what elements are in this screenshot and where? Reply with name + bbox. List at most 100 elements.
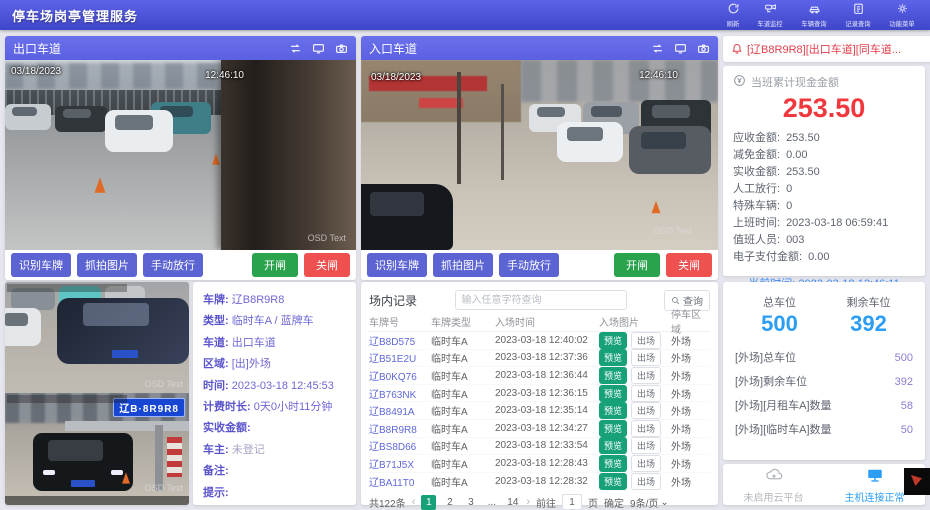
field-value: 003 bbox=[786, 232, 804, 249]
topbar-item-lane-monitor[interactable]: 车道监控 bbox=[756, 2, 784, 29]
exit-lane-video[interactable]: 03/18/2023 12:46:10 OSD Text bbox=[5, 60, 356, 250]
field-value: 253.50 bbox=[786, 130, 820, 147]
exit-lane-header: 出口车道 bbox=[5, 36, 356, 60]
pagination-total: 共122条 bbox=[369, 495, 406, 510]
stats-row: [外场][临时车A]数量50 bbox=[735, 418, 913, 442]
snapshot-entry-image[interactable]: OSD Text bbox=[5, 282, 189, 393]
close-gate-button[interactable]: 关闸 bbox=[304, 253, 350, 277]
topbar-item-record-query[interactable]: 记录查询 bbox=[844, 2, 872, 29]
preview-button[interactable]: 预览 bbox=[599, 349, 627, 366]
osd-time: 12:46:10 bbox=[205, 70, 244, 81]
capture-image-button[interactable]: 抓拍图片 bbox=[433, 253, 493, 277]
preview-button[interactable]: 预览 bbox=[599, 332, 627, 349]
exit-button[interactable]: 出场 bbox=[631, 349, 661, 366]
entry-lane-panel: 入口车道 03/18/2023 12:46:10 OSD Text 识别车牌 抓… bbox=[361, 36, 718, 280]
preview-button[interactable]: 预览 bbox=[599, 420, 627, 437]
shift-field: 应收金额: 253.50 bbox=[733, 130, 915, 147]
plate-link[interactable]: 辽B8D575 bbox=[369, 333, 431, 348]
exit-lane-header-icons bbox=[289, 42, 348, 55]
switch-arrows-icon[interactable] bbox=[289, 42, 302, 55]
topbar-item-vehicle-query[interactable]: 车辆查询 bbox=[800, 2, 828, 29]
parking-area: 外场 bbox=[671, 421, 710, 436]
plate-link[interactable]: 辽B0KQ76 bbox=[369, 368, 431, 383]
topbar-item-function-menu[interactable]: 功能菜单 bbox=[888, 2, 916, 29]
topbar-menu: 刷新 车道监控 车辆查询 记录查询 功能菜单 bbox=[726, 2, 930, 29]
prev-page-icon[interactable]: ‹ bbox=[412, 496, 416, 508]
entry-lane-video[interactable]: 03/18/2023 12:46:10 OSD Text bbox=[361, 60, 718, 250]
plate-link[interactable]: 辽BA11T0 bbox=[369, 474, 431, 489]
vendor-watermark bbox=[904, 468, 930, 495]
open-gate-button[interactable]: 开闸 bbox=[252, 253, 298, 277]
recognize-plate-button[interactable]: 识别车牌 bbox=[11, 253, 71, 277]
stats-row: [外场][月租车A]数量58 bbox=[735, 394, 913, 418]
field-label: 备注: bbox=[203, 465, 229, 477]
car-shape bbox=[105, 110, 173, 152]
switch-arrows-icon[interactable] bbox=[651, 42, 664, 55]
monitor-icon[interactable] bbox=[674, 42, 687, 55]
field-value: 辽B8R9R8 bbox=[232, 294, 285, 306]
gate-machine bbox=[167, 437, 182, 477]
table-row: 辽BA11T0临时车A2023-03-18 12:28:32预览出场外场 bbox=[369, 473, 710, 490]
manual-release-button[interactable]: 手动放行 bbox=[499, 253, 559, 277]
plate-link[interactable]: 辽B51E2U bbox=[369, 350, 431, 365]
entry-lane-header-icons bbox=[651, 42, 710, 55]
osd-strip bbox=[7, 395, 127, 403]
open-gate-button[interactable]: 开闸 bbox=[614, 253, 660, 277]
gear-icon bbox=[896, 2, 909, 20]
recognize-plate-button[interactable]: 识别车牌 bbox=[367, 253, 427, 277]
preview-button[interactable]: 预览 bbox=[599, 455, 627, 472]
goto-page-input[interactable] bbox=[562, 494, 582, 510]
monitor-icon[interactable] bbox=[312, 42, 325, 55]
table-row: 辽B763NK临时车A2023-03-18 12:36:15预览出场外场 bbox=[369, 385, 710, 403]
page-unit-label: 页 bbox=[588, 495, 598, 510]
preview-button[interactable]: 预览 bbox=[599, 385, 627, 402]
topbar-item-refresh[interactable]: 刷新 bbox=[726, 2, 740, 29]
plate-link[interactable]: 辽B763NK bbox=[369, 386, 431, 401]
plate-link[interactable]: 辽BS8D66 bbox=[369, 438, 431, 453]
exit-button[interactable]: 出场 bbox=[631, 455, 661, 472]
page-ellipsis[interactable]: ... bbox=[484, 495, 499, 510]
page-number[interactable]: 14 bbox=[505, 495, 520, 510]
exit-button[interactable]: 出场 bbox=[631, 385, 661, 402]
plate-link[interactable]: 辽B71J5X bbox=[369, 456, 431, 471]
preview-button[interactable]: 预览 bbox=[599, 473, 627, 490]
exit-button[interactable]: 出场 bbox=[631, 437, 661, 454]
plate-type: 临时车A bbox=[431, 333, 495, 348]
plate-link[interactable]: 辽B8R9R8 bbox=[369, 421, 431, 436]
exit-button[interactable]: 出场 bbox=[631, 473, 661, 490]
entry-time: 2023-03-18 12:28:32 bbox=[495, 476, 599, 487]
shift-field: 上班时间:2023-03-18 06:59:41 bbox=[733, 215, 915, 232]
page-number[interactable]: 1 bbox=[421, 495, 436, 510]
preview-button[interactable]: 预览 bbox=[599, 402, 627, 419]
snapshot-camera-icon[interactable] bbox=[335, 42, 348, 55]
snapshot-camera-icon[interactable] bbox=[697, 42, 710, 55]
goto-label: 前往 bbox=[536, 495, 556, 510]
capture-image-button[interactable]: 抓拍图片 bbox=[77, 253, 137, 277]
entry-time: 2023-03-18 12:40:02 bbox=[495, 335, 599, 346]
preview-button[interactable]: 预览 bbox=[599, 437, 627, 454]
field-label: 类型: bbox=[203, 315, 229, 327]
col-header: 入场图片 bbox=[599, 314, 671, 329]
exit-button[interactable]: 出场 bbox=[631, 420, 661, 437]
page-number[interactable]: 3 bbox=[463, 495, 478, 510]
pole bbox=[501, 84, 504, 180]
preview-button[interactable]: 预览 bbox=[599, 367, 627, 384]
license-plate bbox=[71, 480, 95, 487]
exit-button[interactable]: 出场 bbox=[631, 402, 661, 419]
field-label: 值班人员: bbox=[733, 232, 780, 249]
field-label: 应收金额: bbox=[733, 130, 780, 147]
osd-watermark: OSD Text bbox=[145, 379, 183, 389]
close-gate-button[interactable]: 关闸 bbox=[666, 253, 712, 277]
page-number[interactable]: 2 bbox=[442, 495, 457, 510]
exit-button[interactable]: 出场 bbox=[631, 332, 661, 349]
car-shape bbox=[5, 308, 41, 346]
records-search-input[interactable] bbox=[455, 290, 627, 310]
next-page-icon[interactable]: › bbox=[526, 496, 530, 508]
goto-confirm-button[interactable]: 确定 bbox=[604, 495, 624, 510]
exit-button[interactable]: 出场 bbox=[631, 367, 661, 384]
snapshot-exit-image[interactable]: 辽B·8R9R8 OSD Text bbox=[5, 393, 189, 505]
per-page-select[interactable]: 9条/页⌄ bbox=[630, 495, 669, 510]
manual-release-button[interactable]: 手动放行 bbox=[143, 253, 203, 277]
pagination: 共122条 ‹ 1 2 3 ... 14 › 前往 页 确定 9条/页⌄ bbox=[369, 494, 710, 510]
plate-link[interactable]: 辽B8491A bbox=[369, 403, 431, 418]
